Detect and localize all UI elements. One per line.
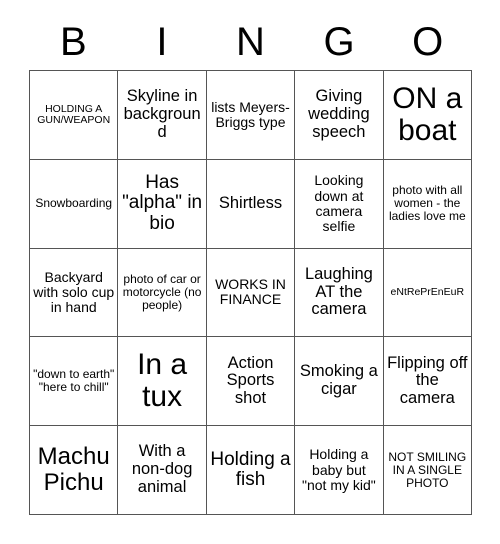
bingo-cell-label: NOT SMILING IN A SINGLE PHOTO [388,449,467,490]
bingo-cell[interactable]: lists Meyers-Briggs type [206,71,296,160]
bingo-cell-label: Looking down at camera selfie [314,172,364,234]
bingo-cell-label: Snowboarding [35,196,113,211]
bingo-cell[interactable]: Action Sports shot [206,337,296,427]
bingo-card: B I N G O HOLDING A GUN/WEAPON Skyline i… [0,0,500,544]
bingo-cell-label: eNtRePrEnEuR [390,285,465,298]
bingo-cell-label: Has "alpha" in bio [122,171,203,234]
bingo-cell[interactable]: Shirtless [206,159,296,249]
bingo-cell[interactable]: In a tux [118,337,207,427]
header-letter-b: B [59,20,87,64]
bingo-cell-label: With a non-dog animal [131,442,193,496]
bingo-cell-label: Holding a baby but "not my kid" [302,446,376,493]
bingo-cell[interactable]: photo with all women - the ladies love m… [383,159,472,249]
bingo-cell-label: photo of car or motorcycle (no people) [122,272,202,312]
header-letter-n: N [236,20,265,64]
bingo-cell-label: Laughing AT the camera [304,264,373,319]
bingo-cell[interactable]: Snowboarding [30,159,119,249]
bingo-cell-label: Machu Pichu [37,443,110,497]
bingo-cell[interactable]: HOLDING A GUN/WEAPON [30,71,119,160]
bingo-cell-label: "down to earth" "here to chill" [33,367,115,395]
bingo-cell[interactable]: Machu Pichu [30,426,119,515]
bingo-cell[interactable]: Holding a fish [206,426,296,515]
bingo-cell[interactable]: Has "alpha" in bio [118,159,207,249]
bingo-cell-label: Skyline in background [123,87,201,141]
bingo-cell-label: HOLDING A GUN/WEAPON [37,102,111,126]
bingo-cell-label: Smoking a cigar [299,362,378,399]
header-letter-i: I [156,20,168,64]
bingo-header-row: B I N G O [29,14,472,70]
bingo-cell-label: Shirtless [218,193,283,212]
bingo-cell[interactable]: With a non-dog animal [118,426,207,515]
bingo-cell[interactable]: Smoking a cigar [295,337,384,427]
bingo-cell[interactable]: WORKS IN FINANCE [206,248,296,338]
header-letter-o: O [412,20,444,64]
bingo-cell[interactable]: eNtRePrEnEuR [383,248,472,338]
bingo-cell[interactable]: ON a boat [383,71,472,160]
bingo-cell-label: Holding a fish [210,448,291,491]
bingo-cell-label: Backyard with solo cup in hand [33,268,115,316]
bingo-cell[interactable]: Laughing AT the camera [295,248,384,338]
bingo-cell[interactable]: Looking down at camera selfie [295,159,384,249]
bingo-cell[interactable]: NOT SMILING IN A SINGLE PHOTO [383,426,472,515]
bingo-cell-label: In a tux [137,347,188,414]
bingo-cell[interactable]: Holding a baby but "not my kid" [295,426,384,515]
bingo-cell[interactable]: "down to earth" "here to chill" [30,337,119,427]
bingo-cell[interactable]: Backyard with solo cup in hand [30,248,119,338]
bingo-cell-label: photo with all women - the ladies love m… [388,183,466,224]
bingo-cell-label: Action Sports shot [226,353,275,408]
bingo-grid: HOLDING A GUN/WEAPON Skyline in backgrou… [29,70,472,515]
bingo-cell[interactable]: Giving wedding speech [295,71,384,160]
bingo-cell-label: Flipping off the camera [387,353,468,408]
bingo-cell[interactable]: Flipping off the camera [383,337,472,427]
bingo-cell-label: WORKS IN FINANCE [215,276,286,308]
bingo-cell[interactable]: Skyline in background [118,71,207,160]
header-letter-g: G [323,20,355,64]
bingo-cell-label: lists Meyers-Briggs type [211,98,290,130]
bingo-cell-label: Giving wedding speech [308,87,370,141]
bingo-cell[interactable]: photo of car or motorcycle (no people) [118,248,207,338]
bingo-cell-label: ON a boat [392,81,463,147]
